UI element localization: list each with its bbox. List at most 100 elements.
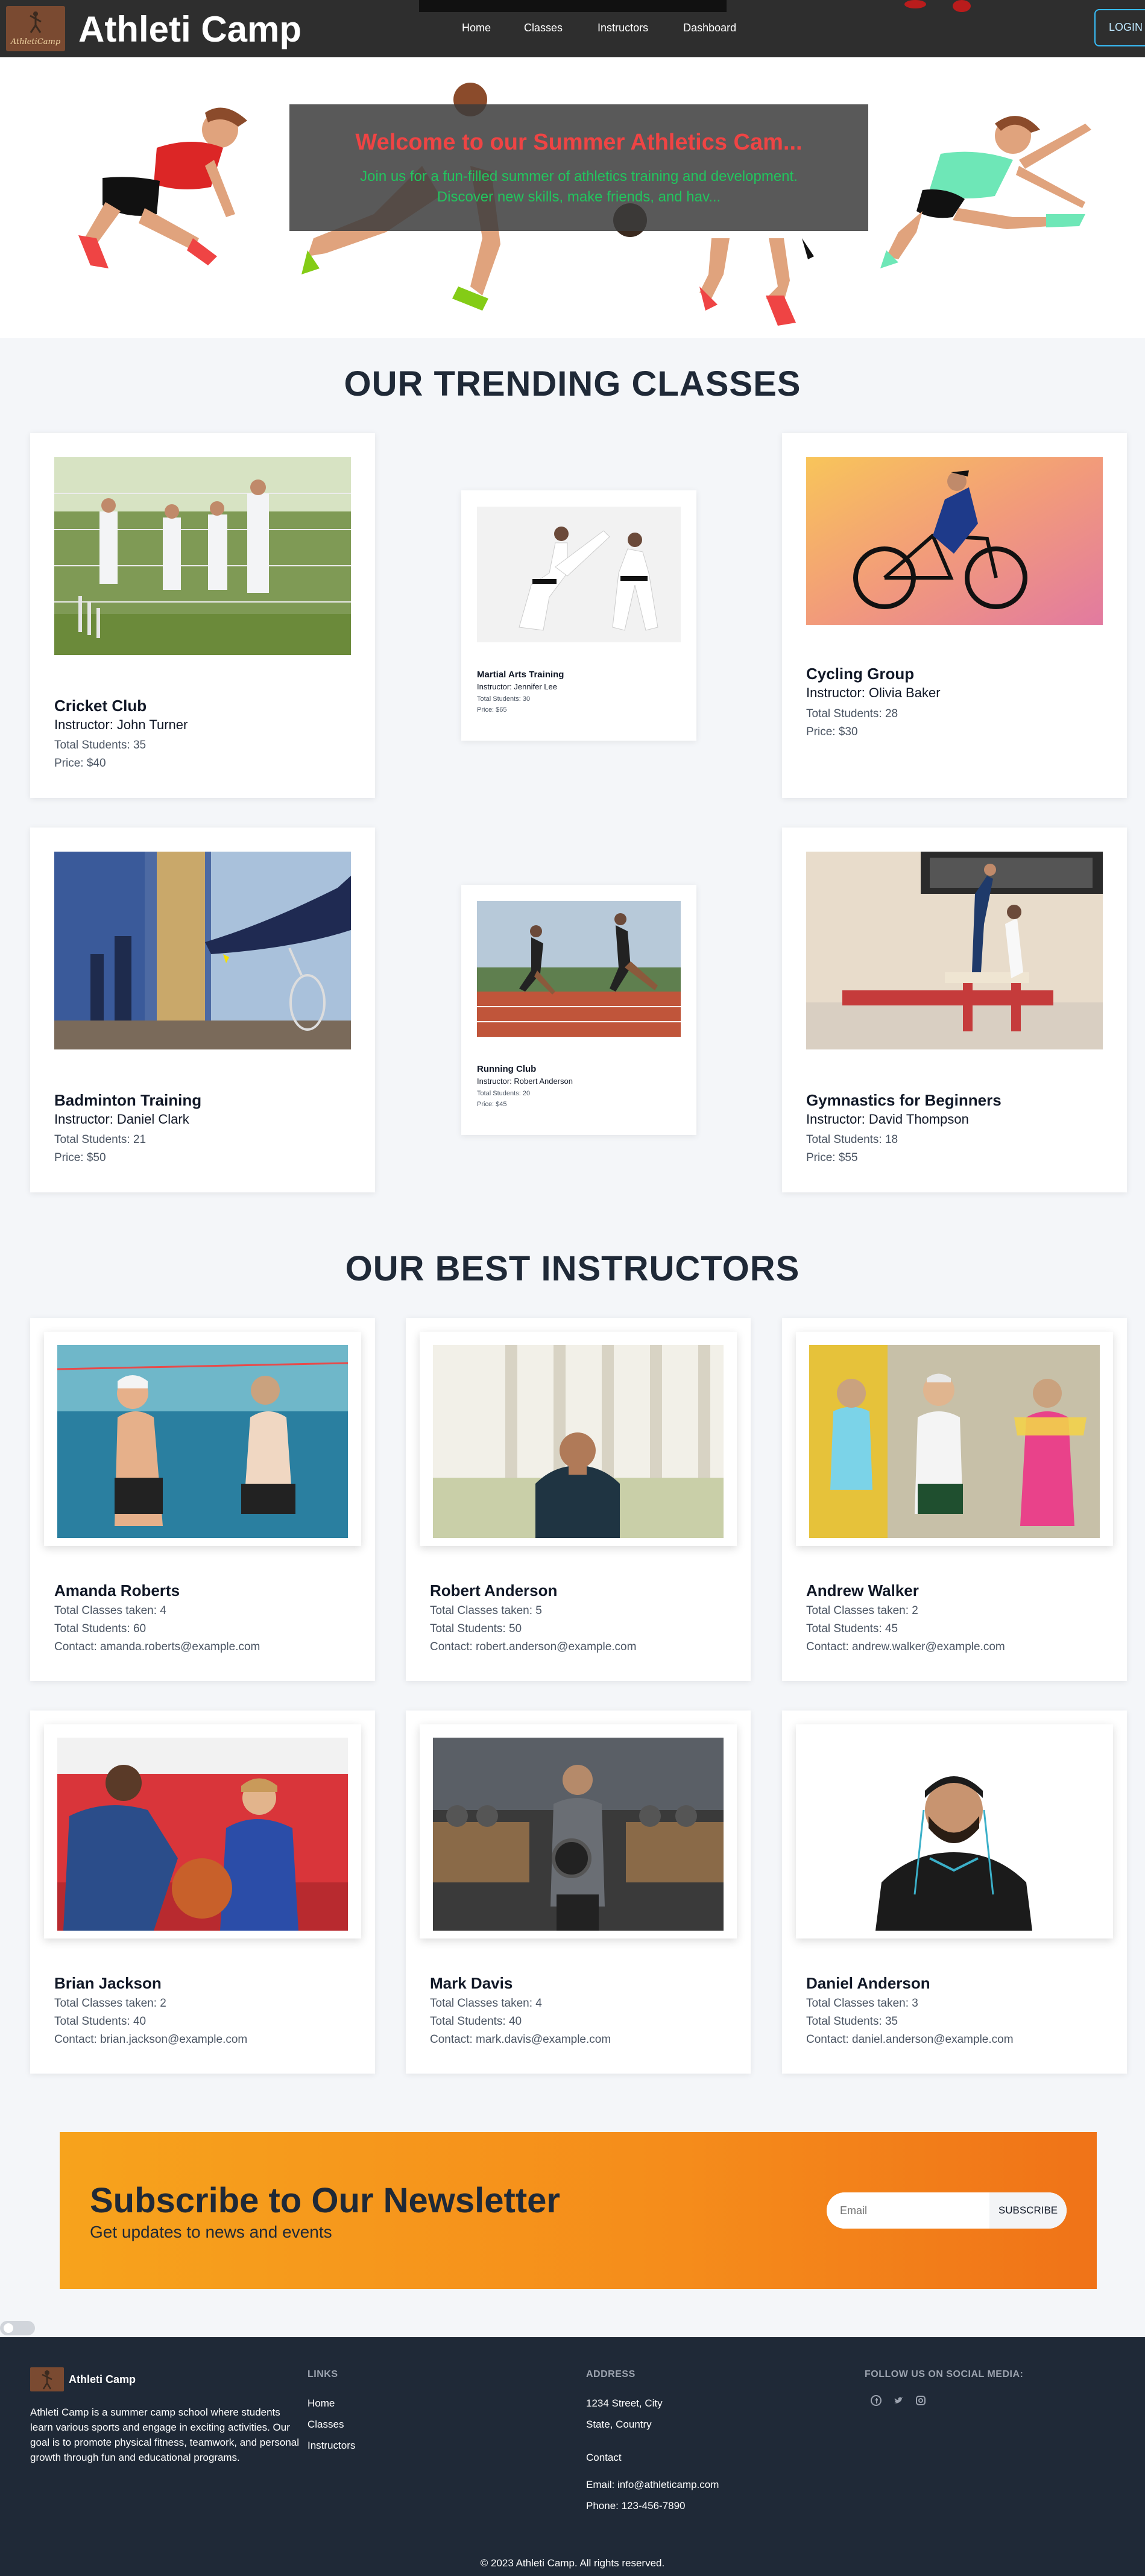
class-students: Total Students: 21 (54, 1133, 147, 1146)
nav-link-classes[interactable]: Classes (524, 22, 563, 34)
subscribe-button[interactable]: SUBSCRIBE (989, 2192, 1067, 2229)
instructor-photo-frame (420, 1332, 737, 1546)
hero-text-line1: Join us for a fun-filled summer of athle… (360, 168, 798, 185)
footer-address-line2: State, Country (586, 2419, 652, 2430)
footer-links-heading: LINKS (308, 2369, 338, 2379)
newsletter-title: Subscribe to Our Newsletter (90, 2181, 560, 2220)
instructor-photo-frame (44, 1332, 361, 1546)
instructor-photo-frame (796, 1332, 1113, 1546)
runner-teal-figure (880, 116, 1091, 268)
toggle-knob (4, 2323, 13, 2333)
instructor-photo-frame (420, 1724, 737, 1938)
instructor-card[interactable]: Robert Anderson Total Classes taken: 5 T… (406, 1318, 751, 1681)
instructor-contact[interactable]: Contact: amanda.roberts@example.com (54, 1641, 260, 1654)
instructor-contact[interactable]: Contact: daniel.anderson@example.com (806, 2033, 1014, 2046)
footer: Athleti Camp Athleti Camp is a summer ca… (0, 2337, 1145, 2576)
hero-overlay: Welcome to our Summer Athletics Cam... J… (289, 104, 868, 231)
class-card[interactable]: Gymnastics for Beginners Instructor: Dav… (782, 828, 1127, 1192)
instructor-card[interactable]: Mark Davis Total Classes taken: 4 Total … (406, 1710, 751, 2074)
footer-link-instructors[interactable]: Instructors (308, 2440, 355, 2452)
class-title: Gymnastics for Beginners (806, 1091, 1001, 1109)
logo[interactable]: AthletiCamp (6, 6, 65, 51)
classes-heading: OUR TRENDING CLASSES (344, 364, 801, 403)
cycling-class-image (806, 457, 1103, 625)
footer-link-home[interactable]: Home (308, 2397, 335, 2410)
instructor-contact[interactable]: Contact: robert.anderson@example.com (430, 1641, 636, 1654)
class-card[interactable]: Martial Arts Training Instructor: Jennif… (461, 490, 696, 741)
footer-brand: Athleti Camp (69, 2373, 136, 2385)
nav-link-instructors[interactable]: Instructors (598, 22, 648, 34)
footer-address-heading: ADDRESS (586, 2369, 636, 2379)
instagram-icon[interactable] (915, 2395, 927, 2407)
class-card[interactable]: Badminton Training Instructor: Daniel Cl… (30, 828, 375, 1192)
hero-text-line2: Discover new skills, make friends, and h… (437, 189, 721, 205)
nav-link-home[interactable]: Home (462, 22, 491, 34)
instructor-card[interactable]: Andrew Walker Total Classes taken: 2 Tot… (782, 1318, 1127, 1681)
theme-toggle[interactable] (0, 2321, 35, 2335)
navbar: AthletiCamp Athleti Camp Home Classes In… (0, 0, 1145, 57)
class-card[interactable]: Cycling Group Instructor: Olivia Baker T… (782, 433, 1127, 798)
twitter-icon[interactable] (892, 2395, 904, 2407)
instructor-photo (57, 1345, 348, 1538)
footer-logo[interactable] (30, 2367, 64, 2391)
runner-red-figure (78, 107, 247, 268)
instructor-classes: Total Classes taken: 4 (430, 1997, 542, 2010)
class-title: Martial Arts Training (477, 669, 564, 680)
newsletter-subtitle: Get updates to news and events (90, 2223, 332, 2241)
newsletter-section: Subscribe to Our Newsletter Get updates … (60, 2132, 1097, 2289)
class-instructor: Instructor: Daniel Clark (54, 1112, 189, 1127)
login-button[interactable]: LOGIN (1094, 9, 1145, 46)
cricket-class-image (54, 457, 351, 655)
instructor-photo-frame (44, 1724, 361, 1938)
instructor-students: Total Students: 40 (54, 2015, 147, 2028)
class-price: Price: $45 (477, 1101, 507, 1108)
footer-contact-label: Contact (586, 2452, 622, 2463)
class-instructor: Instructor: Robert Anderson (477, 1077, 573, 1086)
instructor-students: Total Students: 40 (430, 2015, 522, 2028)
instructor-classes: Total Classes taken: 2 (54, 1997, 166, 2010)
class-title: Cricket Club (54, 697, 147, 715)
instructor-card[interactable]: Daniel Anderson Total Classes taken: 3 T… (782, 1710, 1127, 2074)
athlete-logo-icon (30, 11, 42, 33)
class-students: Total Students: 30 (477, 695, 531, 703)
instructor-contact[interactable]: Contact: andrew.walker@example.com (806, 1641, 1005, 1654)
class-students: Total Students: 35 (54, 739, 147, 752)
instructor-contact[interactable]: Contact: mark.davis@example.com (430, 2033, 611, 2046)
running-class-image (477, 901, 681, 1037)
nav-links: Home Classes Instructors Dashboard (462, 22, 769, 34)
hero-banner: Welcome to our Summer Athletics Cam... J… (0, 57, 1145, 338)
nav-decoration (904, 0, 926, 8)
facebook-icon[interactable] (870, 2395, 882, 2407)
footer-about: Athleti Camp is a summer camp school whe… (30, 2407, 300, 2463)
instructor-name: Brian Jackson (54, 1974, 162, 1992)
instructor-name: Robert Anderson (430, 1581, 558, 1600)
footer-email[interactable]: Email: info@athleticamp.com (586, 2479, 719, 2491)
instructor-name: Mark Davis (430, 1974, 513, 1992)
footer-social-heading: FOLLOW US ON SOCIAL MEDIA: (865, 2369, 1024, 2379)
class-price: Price: $55 (806, 1151, 858, 1164)
brand-name[interactable]: Athleti Camp (78, 8, 301, 51)
athlete-logo-icon (42, 2370, 52, 2390)
footer-phone[interactable]: Phone: 123-456-7890 (586, 2500, 685, 2512)
class-instructor: Instructor: Olivia Baker (806, 685, 941, 700)
class-title: Badminton Training (54, 1091, 202, 1109)
instructor-contact[interactable]: Contact: brian.jackson@example.com (54, 2033, 247, 2046)
class-students: Total Students: 28 (806, 707, 898, 720)
instructor-students: Total Students: 50 (430, 1622, 522, 1635)
instructor-photo (809, 1738, 1100, 1931)
footer-link-classes[interactable]: Classes (308, 2419, 344, 2431)
hero-title: Welcome to our Summer Athletics Cam... (355, 130, 803, 155)
newsletter-email-input[interactable] (827, 2192, 989, 2229)
instructor-card[interactable]: Brian Jackson Total Classes taken: 2 Tot… (30, 1710, 375, 2074)
class-instructor: Instructor: John Turner (54, 717, 188, 732)
instructor-photo (809, 1345, 1100, 1538)
class-card[interactable]: Cricket Club Instructor: John Turner Tot… (30, 433, 375, 798)
gymnastics-class-image (806, 852, 1103, 1049)
instructor-card[interactable]: Amanda Roberts Total Classes taken: 4 To… (30, 1318, 375, 1681)
nav-link-dashboard[interactable]: Dashboard (683, 22, 736, 34)
class-card[interactable]: Running Club Instructor: Robert Anderson… (461, 885, 696, 1135)
instructor-photo-frame (796, 1724, 1113, 1938)
instructor-classes: Total Classes taken: 5 (430, 1604, 542, 1617)
class-instructor: Instructor: David Thompson (806, 1112, 969, 1127)
class-price: Price: $30 (806, 726, 858, 738)
